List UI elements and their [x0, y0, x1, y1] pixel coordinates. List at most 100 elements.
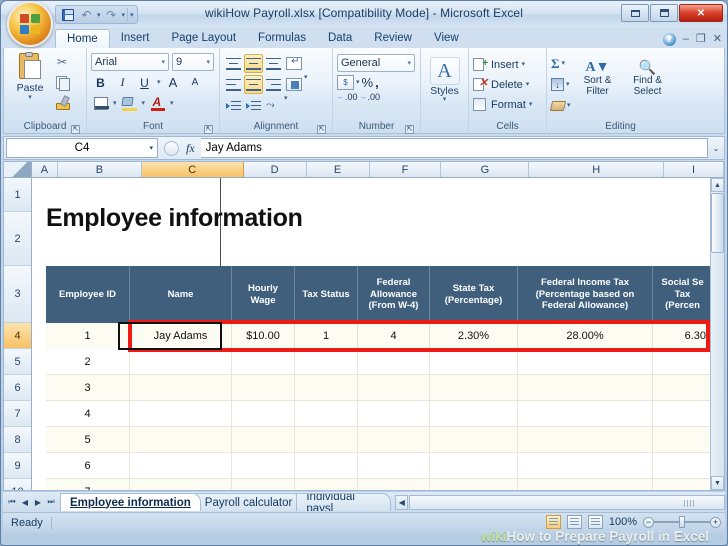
cell-social-security-tax[interactable]: [653, 427, 713, 453]
cell-federal-income-tax[interactable]: [518, 479, 653, 490]
view-normal-button[interactable]: [545, 515, 561, 529]
table-row[interactable]: 5: [46, 427, 713, 453]
font-name-combo[interactable]: Arial ▾: [91, 53, 169, 71]
previous-sheet-button[interactable]: ◀: [19, 495, 31, 509]
column-header-B[interactable]: B: [57, 162, 142, 177]
cell-hourly-wage[interactable]: [232, 375, 295, 401]
cell-federal-allowance[interactable]: 4: [358, 323, 430, 349]
restore-button[interactable]: [650, 4, 678, 22]
cell-federal-allowance[interactable]: [358, 453, 430, 479]
wrap-text-button[interactable]: [284, 54, 303, 73]
close-button[interactable]: ✕: [679, 4, 723, 22]
sheet-tab-employee-information[interactable]: Employee information: [60, 493, 201, 511]
cell-hourly-wage[interactable]: [232, 349, 295, 375]
zoom-in-button[interactable]: +: [710, 516, 721, 528]
cancel-formula-icon[interactable]: [164, 140, 179, 156]
cell-social-security-tax[interactable]: [653, 479, 713, 490]
cell-name[interactable]: [130, 375, 232, 401]
font-dialog-launcher[interactable]: ⇱: [204, 125, 213, 134]
scroll-left-button[interactable]: ◀: [395, 494, 409, 510]
ribbon-close-icon[interactable]: ✕: [713, 34, 722, 45]
cell-employee-id[interactable]: 5: [46, 427, 130, 453]
autosum-dropdown-icon[interactable]: ▾: [562, 60, 566, 67]
cell-tax-status[interactable]: [295, 479, 358, 490]
cell-tax-status[interactable]: [295, 427, 358, 453]
sheet-canvas[interactable]: Employee information Employee ID Name Ho…: [32, 178, 724, 490]
row-header-7[interactable]: 7: [4, 401, 31, 427]
cell-hourly-wage[interactable]: [232, 401, 295, 427]
underline-dropdown-icon[interactable]: ▾: [157, 79, 161, 86]
merge-center-button[interactable]: [284, 75, 303, 94]
cell-state-tax[interactable]: [430, 427, 518, 453]
cell-federal-allowance[interactable]: [358, 479, 430, 490]
cell-name[interactable]: [130, 401, 232, 427]
help-icon[interactable]: ?: [662, 33, 676, 46]
first-sheet-button[interactable]: ⏮: [6, 495, 18, 509]
cell-employee-id[interactable]: 6: [46, 453, 130, 479]
name-box[interactable]: C4 ▾: [6, 138, 158, 158]
cell-federal-allowance[interactable]: [358, 375, 430, 401]
alignment-dialog-launcher[interactable]: ⇱: [317, 125, 326, 134]
cell-state-tax[interactable]: [430, 375, 518, 401]
tab-home[interactable]: Home: [55, 29, 110, 48]
cell-employee-id[interactable]: 1: [46, 323, 130, 349]
column-header-I[interactable]: I: [664, 162, 724, 177]
tab-review[interactable]: Review: [363, 29, 423, 48]
cell-employee-id[interactable]: 7: [46, 479, 130, 490]
grow-font-button[interactable]: A: [164, 73, 183, 92]
cell-hourly-wage[interactable]: [232, 427, 295, 453]
view-page-break-button[interactable]: [587, 515, 603, 529]
name-box-dropdown-icon[interactable]: ▾: [149, 144, 153, 152]
scroll-up-button[interactable]: ▲: [711, 178, 724, 192]
cell-tax-status[interactable]: [295, 349, 358, 375]
next-sheet-button[interactable]: ▶: [32, 495, 44, 509]
sort-filter-button[interactable]: A▼ Sort & Filter: [575, 54, 621, 97]
paste-button[interactable]: Paste ▾: [8, 51, 52, 101]
cell-tax-status[interactable]: [295, 401, 358, 427]
vertical-scroll-thumb[interactable]: [711, 193, 724, 253]
format-dropdown-icon[interactable]: ▾: [529, 101, 533, 108]
tab-page-layout[interactable]: Page Layout: [160, 29, 247, 48]
row-header-6[interactable]: 6: [4, 375, 31, 401]
cell-hourly-wage[interactable]: [232, 479, 295, 490]
delete-cells-button[interactable]: ✕ Delete ▾: [473, 75, 529, 95]
clipboard-dialog-launcher[interactable]: ⇱: [71, 125, 80, 134]
column-header-C[interactable]: C: [141, 162, 244, 177]
cell-name[interactable]: Jay Adams: [130, 323, 232, 349]
column-header-D[interactable]: D: [243, 162, 307, 177]
table-row[interactable]: 1 Jay Adams $10.00 1 4 2.30% 28.00% 6.30: [46, 323, 713, 349]
row-header-4[interactable]: 4: [4, 323, 31, 349]
center-button[interactable]: [244, 75, 263, 94]
last-sheet-button[interactable]: ⏭: [45, 495, 57, 509]
row-header-3[interactable]: 3: [4, 266, 31, 323]
insert-function-icon[interactable]: fx: [186, 141, 195, 156]
delete-dropdown-icon[interactable]: ▾: [526, 81, 530, 88]
ribbon-restore-icon[interactable]: ❐: [696, 34, 706, 45]
align-left-button[interactable]: [224, 75, 243, 94]
format-cells-button[interactable]: Format ▾: [473, 95, 532, 115]
expand-formula-bar-button[interactable]: ⌄: [708, 138, 724, 158]
cell-employee-id[interactable]: 3: [46, 375, 130, 401]
row-header-9[interactable]: 9: [4, 453, 31, 479]
bold-button[interactable]: B: [91, 73, 110, 92]
tab-formulas[interactable]: Formulas: [247, 29, 317, 48]
view-page-layout-button[interactable]: [566, 515, 582, 529]
comma-style-button[interactable]: ,: [375, 75, 379, 90]
formula-input[interactable]: Jay Adams: [200, 138, 708, 158]
cell-tax-status[interactable]: [295, 453, 358, 479]
top-align-button[interactable]: [224, 54, 243, 73]
borders-dropdown-icon[interactable]: ▾: [113, 100, 117, 107]
vertical-scrollbar[interactable]: ▲ ▼: [710, 178, 724, 490]
cell-federal-allowance[interactable]: [358, 349, 430, 375]
insert-dropdown-icon[interactable]: ▾: [522, 61, 526, 68]
cell-state-tax[interactable]: [430, 349, 518, 375]
zoom-slider[interactable]: − +: [643, 516, 721, 528]
percent-style-button[interactable]: %: [362, 75, 374, 90]
column-header-G[interactable]: G: [441, 162, 530, 177]
cell-name[interactable]: [130, 349, 232, 375]
decrease-decimal-button[interactable]: → .00: [360, 92, 381, 102]
cell-tax-status[interactable]: [295, 375, 358, 401]
select-all-corner[interactable]: [4, 162, 32, 177]
cell-hourly-wage[interactable]: [232, 453, 295, 479]
column-header-A[interactable]: A: [31, 162, 58, 177]
